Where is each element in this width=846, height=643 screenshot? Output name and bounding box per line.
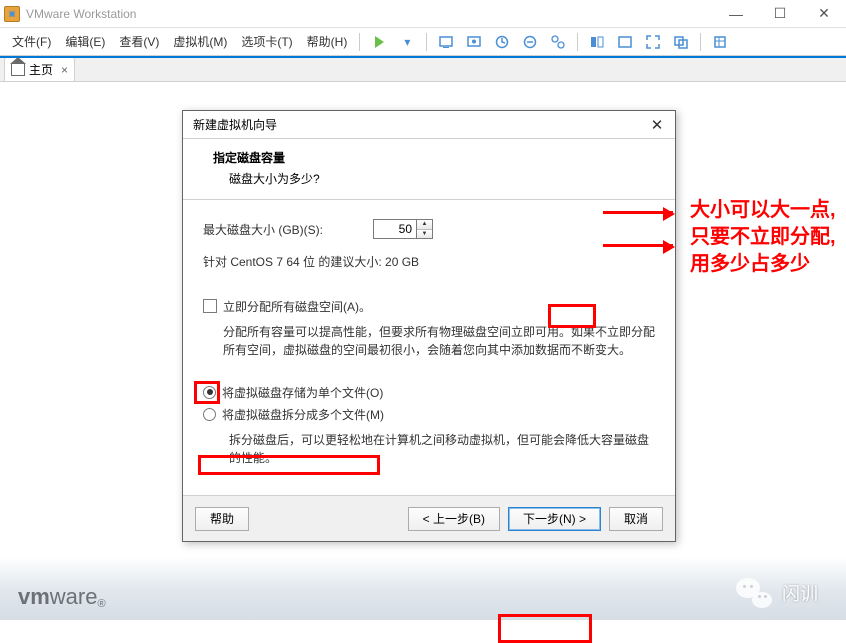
allocate-now-checkbox[interactable] <box>203 299 217 313</box>
menu-bar: 文件(F) 编辑(E) 查看(V) 虚拟机(M) 选项卡(T) 帮助(H) ▾ <box>0 28 846 56</box>
tab-home-label: 主页 <box>29 61 53 78</box>
allocate-now-label: 立即分配所有磁盘空间(A)。 <box>223 298 371 315</box>
snapshot-mgr-icon[interactable] <box>546 30 570 54</box>
monitor1-icon[interactable] <box>434 30 458 54</box>
radio-split-files-label: 将虚拟磁盘拆分成多个文件(M) <box>222 406 384 423</box>
watermark: 闪训 <box>736 578 818 608</box>
wechat-icon <box>736 578 772 608</box>
dialog-titlebar: 新建虚拟机向导 ✕ <box>183 111 675 139</box>
window-title: VMware Workstation <box>26 7 714 21</box>
back-button[interactable]: < 上一步(B) <box>408 507 500 531</box>
disk-size-spinner[interactable]: ▲ ▼ <box>417 219 433 239</box>
next-button[interactable]: 下一步(N) > <box>508 507 601 531</box>
layout1-icon[interactable] <box>585 30 609 54</box>
menu-view[interactable]: 查看(V) <box>113 29 165 54</box>
annotation-line-2: 只要不立即分配, <box>690 224 836 251</box>
radio-single-file-label: 将虚拟磁盘存储为单个文件(O) <box>222 384 383 401</box>
dialog-subheading: 磁盘大小为多少? <box>213 170 655 187</box>
watermark-text: 闪训 <box>782 580 818 606</box>
tab-bar: 主页 × <box>0 56 846 82</box>
brand-footer: vmware® <box>0 550 846 620</box>
radio-split-files[interactable] <box>203 408 216 421</box>
brand-prefix: vm <box>18 584 50 610</box>
unity-icon[interactable] <box>669 30 693 54</box>
disk-file-radio-group: 将虚拟磁盘存储为单个文件(O) 将虚拟磁盘拆分成多个文件(M) 拆分磁盘后，可以… <box>203 381 655 467</box>
allocate-now-row[interactable]: 立即分配所有磁盘空间(A)。 <box>203 298 655 315</box>
dialog-footer: 帮助 < 上一步(B) 下一步(N) > 取消 <box>183 495 675 541</box>
window-titlebar: ▣ VMware Workstation — ☐ ✕ <box>0 0 846 28</box>
radio-split-files-row[interactable]: 将虚拟磁盘拆分成多个文件(M) <box>203 403 655 425</box>
window-controls: — ☐ ✕ <box>714 0 846 28</box>
spinner-up-icon[interactable]: ▲ <box>417 220 432 230</box>
menu-vm[interactable]: 虚拟机(M) <box>167 29 233 54</box>
snapshot2-icon[interactable] <box>518 30 542 54</box>
recommended-size-text: 针对 CentOS 7 64 位 的建议大小: 20 GB <box>203 250 655 272</box>
monitor2-icon[interactable] <box>462 30 486 54</box>
menu-file[interactable]: 文件(F) <box>6 29 57 54</box>
help-button[interactable]: 帮助 <box>195 507 249 531</box>
cancel-button[interactable]: 取消 <box>609 507 663 531</box>
annotation-line-1: 大小可以大一点, <box>690 197 836 224</box>
dialog-close-button[interactable]: ✕ <box>643 113 671 137</box>
brand-suffix: ware <box>50 584 98 610</box>
toolbar-dropdown-icon[interactable]: ▾ <box>395 30 419 54</box>
menu-tabs[interactable]: 选项卡(T) <box>235 29 298 54</box>
separator <box>577 33 578 51</box>
disk-size-row: 最大磁盘大小 (GB)(S): ▲ ▼ <box>203 218 655 240</box>
play-icon[interactable] <box>367 30 391 54</box>
library-icon[interactable] <box>708 30 732 54</box>
close-button[interactable]: ✕ <box>802 0 846 28</box>
dialog-header: 指定磁盘容量 磁盘大小为多少? <box>183 139 675 200</box>
new-vm-wizard-dialog: 新建虚拟机向导 ✕ 指定磁盘容量 磁盘大小为多少? 最大磁盘大小 (GB)(S)… <box>182 110 676 542</box>
dialog-title: 新建虚拟机向导 <box>193 116 643 133</box>
radio-single-file[interactable] <box>203 386 216 399</box>
tab-close-icon[interactable]: × <box>61 63 68 77</box>
snapshot1-icon[interactable] <box>490 30 514 54</box>
annotation-line-3: 用多少占多少 <box>690 251 836 278</box>
allocate-now-desc: 分配所有容量可以提高性能，但要求所有物理磁盘空间立即可用。如果不立即分配所有空间… <box>223 323 655 359</box>
radio-single-file-row[interactable]: 将虚拟磁盘存储为单个文件(O) <box>203 381 655 403</box>
layout2-icon[interactable] <box>613 30 637 54</box>
separator <box>700 33 701 51</box>
home-icon <box>11 64 25 76</box>
annotation-arrow-1 <box>603 211 673 214</box>
disk-size-input[interactable] <box>373 219 417 239</box>
separator <box>359 33 360 51</box>
annotation-text: 大小可以大一点, 只要不立即分配, 用多少占多少 <box>690 197 836 278</box>
menu-help[interactable]: 帮助(H) <box>301 29 354 54</box>
dialog-body: 最大磁盘大小 (GB)(S): ▲ ▼ 针对 CentOS 7 64 位 的建议… <box>183 200 675 475</box>
menu-edit[interactable]: 编辑(E) <box>59 29 111 54</box>
tab-home[interactable]: 主页 × <box>4 57 75 81</box>
maximize-button[interactable]: ☐ <box>758 0 802 28</box>
disk-size-label: 最大磁盘大小 (GB)(S): <box>203 221 333 238</box>
fullscreen-icon[interactable] <box>641 30 665 54</box>
split-files-desc: 拆分磁盘后，可以更轻松地在计算机之间移动虚拟机，但可能会降低大容量磁盘的性能。 <box>229 431 655 467</box>
app-icon: ▣ <box>4 6 20 22</box>
dialog-heading: 指定磁盘容量 <box>213 149 655 166</box>
minimize-button[interactable]: — <box>714 0 758 28</box>
annotation-arrow-2 <box>603 244 673 247</box>
spinner-down-icon[interactable]: ▼ <box>417 230 432 239</box>
separator <box>426 33 427 51</box>
